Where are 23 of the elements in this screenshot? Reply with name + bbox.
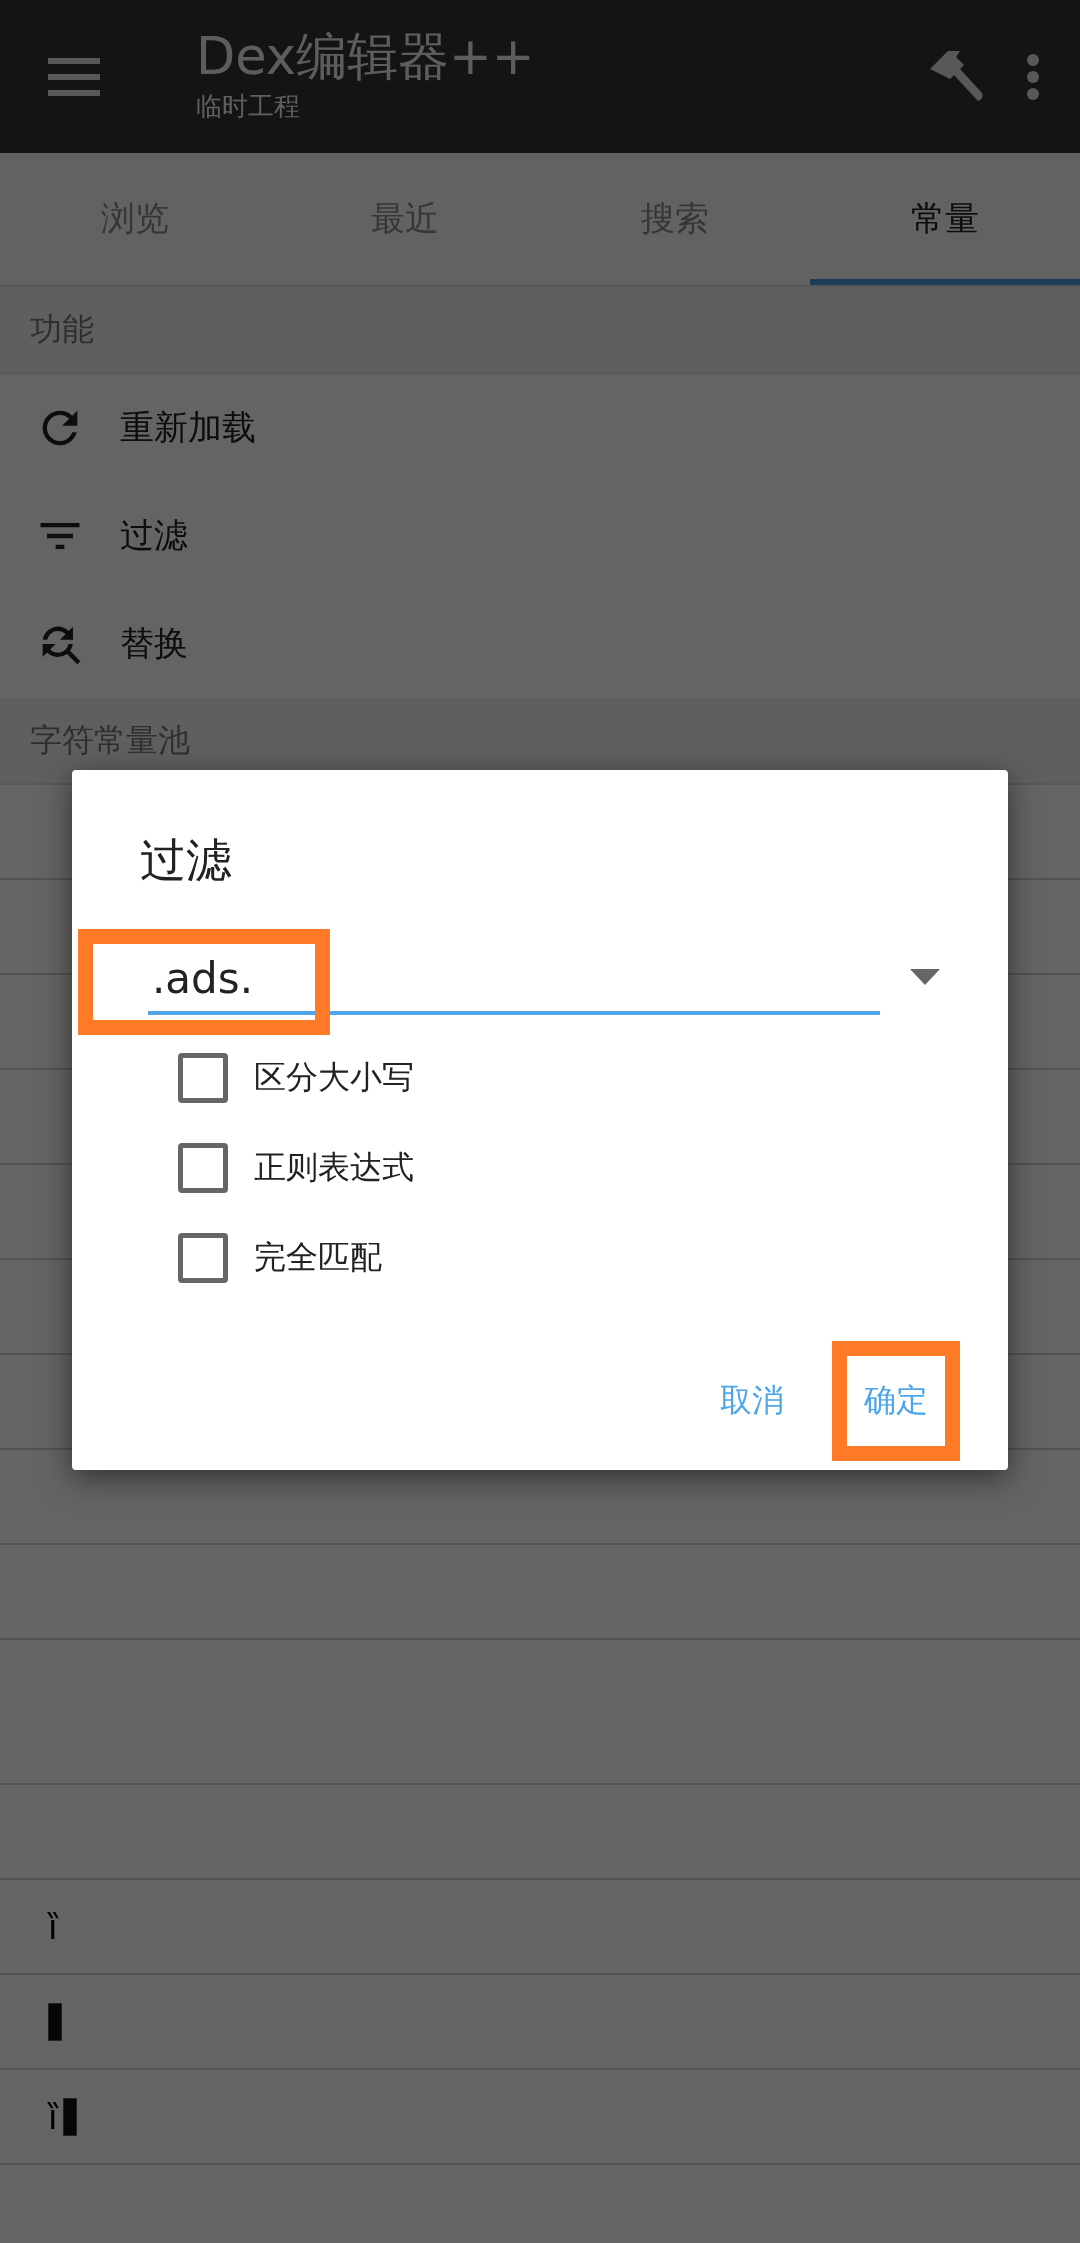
- dropdown-icon[interactable]: [910, 969, 940, 985]
- dialog-title: 过滤: [140, 832, 233, 889]
- list-row[interactable]: ȉ: [0, 2070, 1080, 2165]
- checkbox-label[interactable]: 完全匹配: [254, 1236, 382, 1280]
- menu-item[interactable]: 替换: [0, 590, 1080, 698]
- dialog-button[interactable]: 取消: [700, 1353, 804, 1449]
- list-row[interactable]: ȉ: [0, 1880, 1080, 1975]
- checkbox-label[interactable]: 区分大小写: [254, 1056, 414, 1100]
- dialog-button[interactable]: 确定: [844, 1353, 948, 1449]
- menu-item[interactable]: 重新加载: [0, 374, 1080, 482]
- row-text: ȉ: [48, 2099, 58, 2134]
- checkbox[interactable]: [178, 1143, 228, 1193]
- row-text: ȉ: [48, 1909, 58, 1944]
- menu-item[interactable]: 过滤: [0, 482, 1080, 590]
- checkbox[interactable]: [178, 1233, 228, 1283]
- more-button[interactable]: [1026, 52, 1040, 101]
- app-title: Dex编辑器++: [196, 28, 536, 86]
- more-icon: [1026, 52, 1040, 101]
- checkbox[interactable]: [178, 1053, 228, 1103]
- menu-icon: [48, 57, 100, 96]
- filter-input[interactable]: .ads.: [148, 954, 880, 1015]
- project-subtitle: 临时工程: [196, 90, 300, 124]
- checkbox-label[interactable]: 正则表达式: [254, 1146, 414, 1190]
